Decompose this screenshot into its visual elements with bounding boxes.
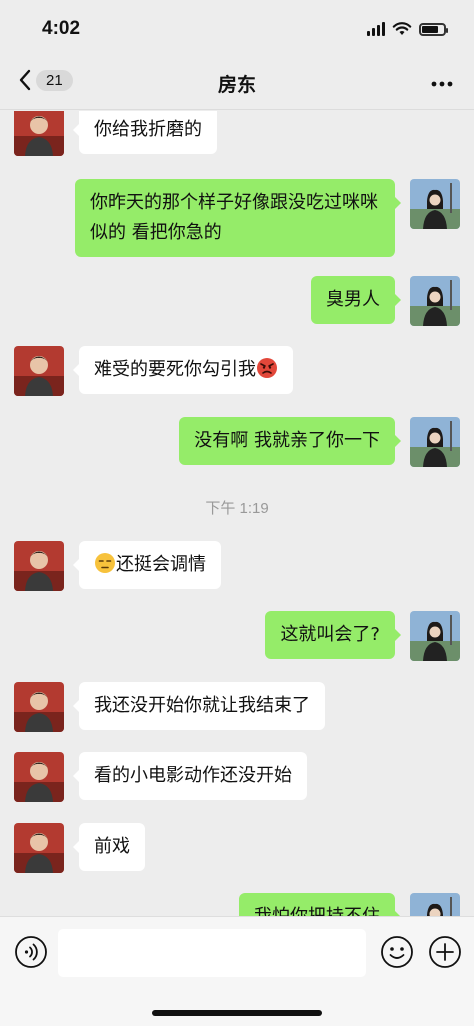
message-bubble[interactable]: 没有啊 我就亲了你一下 (179, 417, 401, 465)
message-bubble[interactable]: 这就叫会了? (265, 611, 401, 659)
contact-avatar[interactable] (14, 541, 64, 591)
plus-icon (429, 936, 461, 968)
message-bubble[interactable]: 臭男人 (311, 276, 401, 324)
chat-title: 房东 (217, 74, 256, 96)
my-avatar[interactable] (410, 276, 460, 326)
contact-avatar[interactable] (14, 682, 64, 732)
more-dots-icon (431, 81, 453, 87)
chevron-left-icon (19, 69, 31, 91)
message-row: 前戏 (14, 823, 145, 873)
voice-icon (15, 936, 47, 968)
contact-avatar[interactable] (14, 752, 64, 802)
status-icons (367, 22, 448, 36)
message-list[interactable]: 你给我折磨的 你昨天的那个样子好像跟没吃过咪咪似的 看把你急的 臭男人 难受的要… (0, 111, 474, 916)
angry-face-icon (257, 358, 277, 378)
message-row: 没有啊 我就亲了你一下 (179, 417, 460, 467)
message-bubble[interactable]: 前戏 (73, 823, 145, 871)
chat-header: 21 房东 (0, 58, 474, 110)
contact-avatar[interactable] (14, 346, 64, 396)
message-timestamp: 下午 1:19 (205, 500, 269, 517)
message-row: 臭男人 (311, 276, 460, 326)
back-button[interactable]: 21 (18, 68, 73, 92)
home-indicator[interactable] (152, 1010, 322, 1016)
contact-avatar[interactable] (14, 823, 64, 873)
my-avatar[interactable] (410, 893, 460, 916)
voice-button[interactable] (14, 935, 48, 973)
my-avatar[interactable] (410, 417, 460, 467)
unamused-face-icon (95, 553, 115, 573)
message-input[interactable] (58, 929, 366, 977)
more-button[interactable] (430, 72, 454, 100)
message-bubble[interactable]: 我怕你把持不住 (239, 893, 401, 916)
unread-count-badge: 21 (36, 69, 73, 91)
message-row: 这就叫会了? (265, 611, 460, 661)
message-row: 看的小电影动作还没开始 (14, 752, 307, 802)
cellular-signal-icon (367, 22, 385, 36)
message-bubble[interactable]: 我还没开始你就让我结束了 (73, 682, 325, 730)
message-row: 还挺会调情 (14, 541, 221, 591)
status-bar: 4:02 (0, 0, 474, 58)
status-time: 4:02 (42, 18, 81, 39)
my-avatar[interactable] (410, 179, 460, 229)
contact-avatar[interactable] (14, 111, 64, 156)
message-row: 你给我折磨的 (14, 111, 217, 156)
emoji-button[interactable] (380, 935, 414, 973)
message-bubble[interactable]: 看的小电影动作还没开始 (73, 752, 307, 800)
battery-icon (419, 22, 448, 36)
message-bubble[interactable]: 你给我折磨的 (73, 111, 217, 154)
more-functions-button[interactable] (428, 935, 462, 973)
message-row: 我还没开始你就让我结束了 (14, 682, 325, 732)
message-bubble[interactable]: 还挺会调情 (73, 541, 221, 589)
emoji-icon (381, 936, 413, 968)
my-avatar[interactable] (410, 611, 460, 661)
message-row: 难受的要死你勾引我 (14, 346, 293, 396)
message-bubble[interactable]: 你昨天的那个样子好像跟没吃过咪咪似的 看把你急的 (75, 179, 401, 257)
message-bubble[interactable]: 难受的要死你勾引我 (73, 346, 293, 394)
message-row: 你昨天的那个样子好像跟没吃过咪咪似的 看把你急的 (75, 179, 460, 257)
wifi-icon (392, 22, 412, 35)
message-row: 我怕你把持不住 (239, 893, 460, 916)
